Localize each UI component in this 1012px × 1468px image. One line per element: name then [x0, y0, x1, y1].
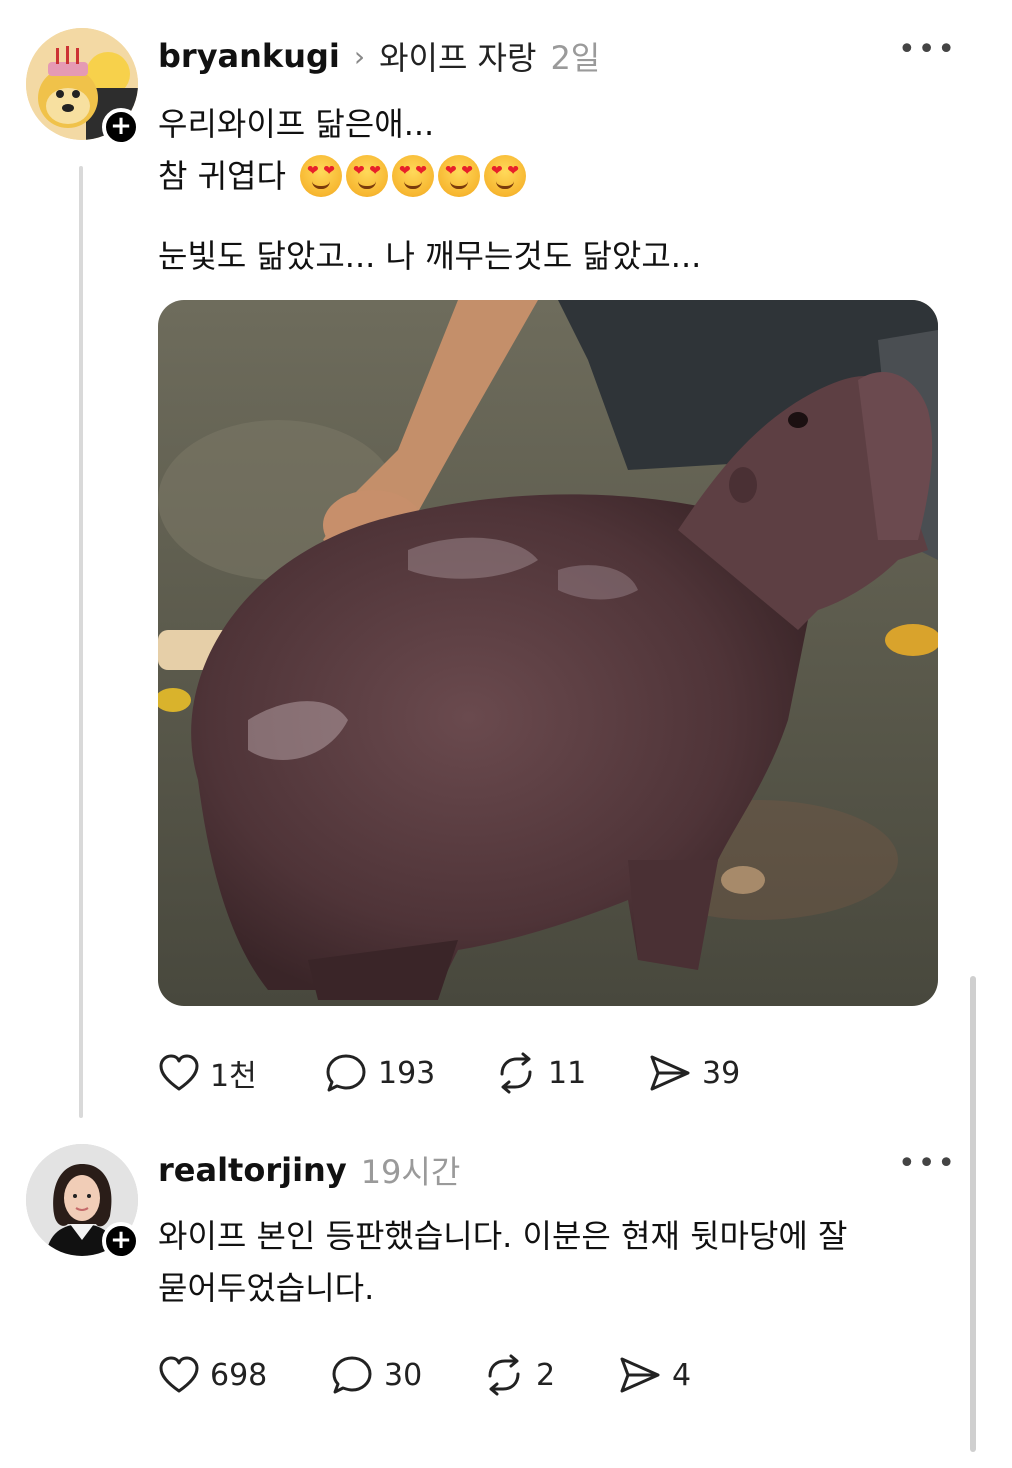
heart-eyes-emoji-icon: [483, 155, 526, 197]
heart-eyes-emoji-icon: [345, 155, 388, 197]
heart-eyes-emoji-icon: [391, 155, 434, 197]
comment-count: 193: [378, 1055, 436, 1091]
like-count: 1천: [210, 1059, 257, 1094]
post-topic[interactable]: 와이프 자랑: [379, 33, 536, 79]
send-icon: [650, 1055, 690, 1091]
scrollbar[interactable]: [970, 976, 976, 1452]
repost-button[interactable]: 2: [482, 1354, 618, 1396]
like-button[interactable]: 1천: [158, 1051, 324, 1095]
reply-line-1: 와이프 본인 등판했습니다. 이분은 현재 뒷마당에 잘: [158, 1217, 848, 1255]
comment-count: 30: [384, 1357, 423, 1393]
reply-time: 19시간: [360, 1153, 461, 1191]
baby-hippo-photo: [158, 300, 938, 1006]
plus-icon: +: [110, 111, 132, 141]
repost-icon: [488, 1354, 520, 1396]
reply-username[interactable]: realtorjiny: [158, 1151, 347, 1189]
post-photo[interactable]: [158, 300, 938, 1006]
plus-icon: +: [110, 1225, 132, 1255]
like-count: 698: [210, 1357, 268, 1393]
comment-button[interactable]: 30: [330, 1354, 482, 1396]
heart-icon: [159, 1356, 199, 1393]
share-button[interactable]: 4: [618, 1354, 738, 1396]
heart-eyes-emoji-icon: [437, 155, 480, 197]
post-line-2-row: 참 귀엽다: [158, 150, 526, 202]
comment-button[interactable]: 193: [324, 1052, 494, 1094]
post-line-1: 우리와이프 닮은애...: [158, 105, 435, 143]
reply-header: realtorjiny 19시간: [158, 1148, 460, 1192]
reply-actions: 698 30 2 4: [158, 1352, 738, 1398]
heart-eyes-emoji-icon: [299, 155, 342, 197]
post-username[interactable]: bryankugi: [158, 37, 340, 75]
repost-count: 2: [536, 1357, 556, 1393]
repost-count: 11: [548, 1055, 587, 1091]
comment-icon: [326, 1054, 366, 1092]
repost-icon: [500, 1052, 532, 1094]
post-actions: 1천 193 11 39: [158, 1050, 788, 1096]
chevron-right-icon: ›: [353, 39, 366, 73]
share-button[interactable]: 39: [648, 1052, 788, 1094]
send-icon: [620, 1357, 660, 1393]
post-line-3: 눈빛도 닮았고... 나 깨무는것도 닮았고...: [158, 237, 702, 275]
post-time: 2일: [550, 39, 601, 77]
like-button[interactable]: 698: [158, 1355, 330, 1395]
more-icon[interactable]: •••: [898, 32, 957, 67]
share-count: 39: [702, 1055, 741, 1091]
heart-eyes-emoji-row: [299, 155, 526, 197]
follow-button-bryankugi[interactable]: +: [102, 108, 140, 146]
follow-button-realtorjiny[interactable]: +: [102, 1222, 140, 1260]
share-count: 4: [672, 1357, 692, 1393]
post-line-2: 참 귀엽다: [158, 157, 286, 195]
comment-icon: [332, 1356, 372, 1394]
repost-button[interactable]: 11: [494, 1052, 648, 1094]
more-icon[interactable]: •••: [898, 1146, 957, 1181]
reply-line-2: 묻어두었습니다.: [158, 1269, 375, 1307]
thread-line: [79, 166, 83, 1118]
heart-icon: [159, 1054, 199, 1091]
post-header: bryankugi › 와이프 자랑 2일: [158, 34, 600, 78]
